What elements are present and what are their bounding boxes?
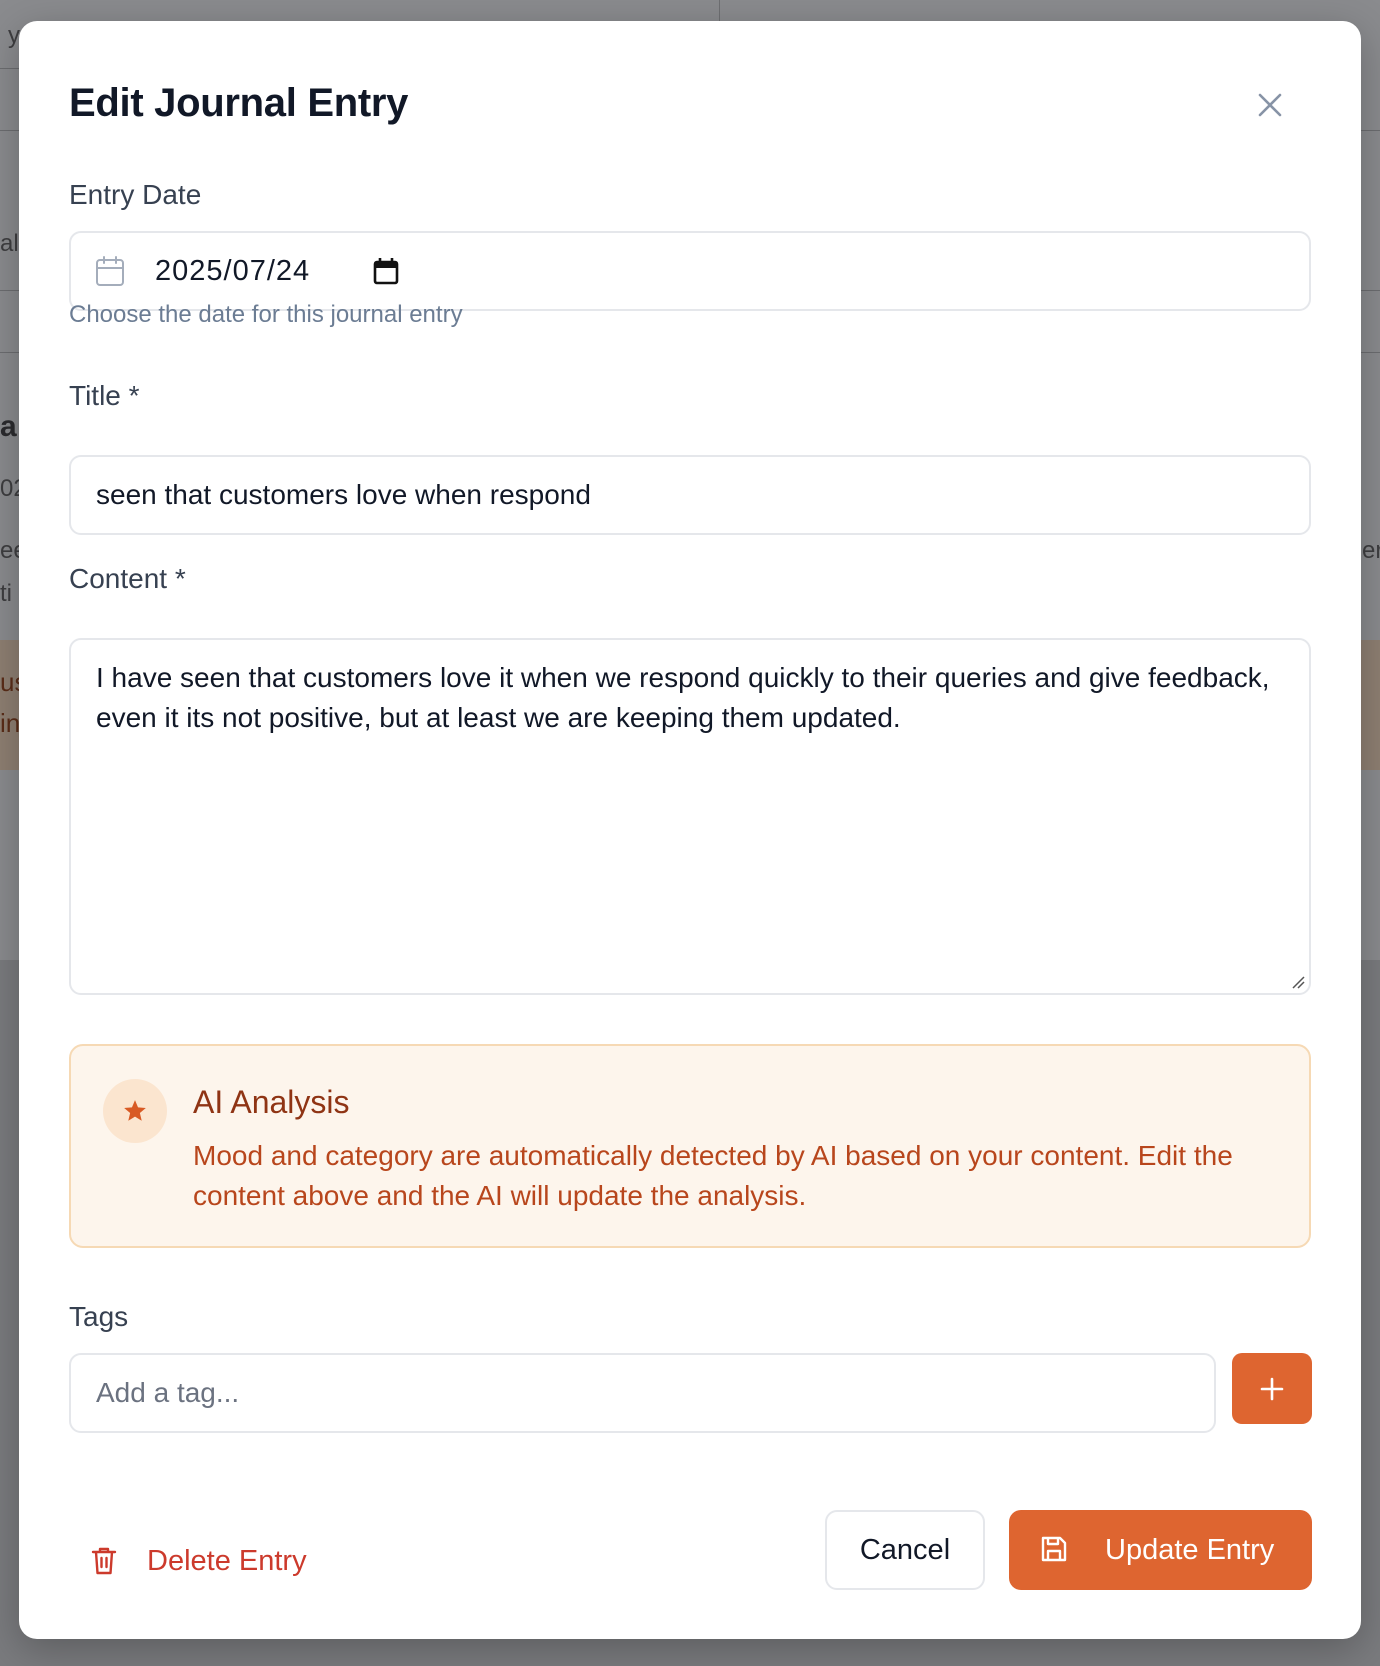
entry-date-label: Entry Date	[69, 179, 202, 210]
close-button[interactable]	[1250, 85, 1290, 125]
title-value: seen that customers love when respond	[96, 479, 591, 510]
entry-date-value: 2025/07/24	[155, 255, 311, 287]
ai-analysis-panel: AI Analysis Mood and category are automa…	[69, 1044, 1311, 1248]
content-label: Content *	[69, 563, 186, 594]
trash-icon	[91, 1547, 117, 1575]
dialog-title: Edit Journal Entry	[69, 81, 409, 125]
edit-entry-dialog: Edit Journal Entry Entry Date 2025/07/24…	[19, 21, 1361, 1639]
close-icon	[1258, 93, 1282, 117]
ai-analysis-description: Mood and category are automatically dete…	[193, 1140, 1233, 1211]
content-value: I have seen that customers love it when …	[96, 662, 1270, 733]
entry-date-helper: Choose the date for this journal entry	[69, 301, 463, 328]
resize-handle-icon[interactable]	[1291, 975, 1305, 989]
ai-icon-badge	[103, 1079, 167, 1143]
update-entry-label: Update Entry	[1105, 1534, 1275, 1566]
date-picker-icon[interactable]	[373, 257, 399, 285]
tag-input-placeholder: Add a tag...	[96, 1377, 240, 1408]
cancel-button[interactable]: Cancel	[825, 1510, 985, 1590]
tag-input[interactable]: Add a tag...	[69, 1353, 1216, 1433]
background-text: ti	[0, 580, 12, 607]
entry-date-input[interactable]: 2025/07/24	[69, 231, 1311, 311]
delete-entry-button[interactable]: Delete Entry	[91, 1533, 307, 1589]
star-icon	[124, 1100, 146, 1121]
background-text: a	[0, 410, 17, 443]
content-textarea[interactable]: I have seen that customers love it when …	[69, 638, 1311, 995]
title-input[interactable]: seen that customers love when respond	[69, 455, 1311, 535]
add-tag-button[interactable]	[1232, 1353, 1312, 1424]
delete-entry-label: Delete Entry	[147, 1544, 307, 1577]
plus-icon	[1260, 1377, 1284, 1400]
save-icon	[1041, 1536, 1067, 1562]
tags-label: Tags	[69, 1301, 129, 1332]
update-entry-button[interactable]: Update Entry	[1009, 1510, 1312, 1590]
background-text: in	[0, 708, 21, 738]
ai-analysis-title: AI Analysis	[193, 1084, 350, 1120]
title-label: Title *	[69, 380, 140, 411]
calendar-icon	[96, 256, 124, 286]
background-text: er	[1362, 537, 1380, 564]
background-text: al	[0, 230, 19, 257]
